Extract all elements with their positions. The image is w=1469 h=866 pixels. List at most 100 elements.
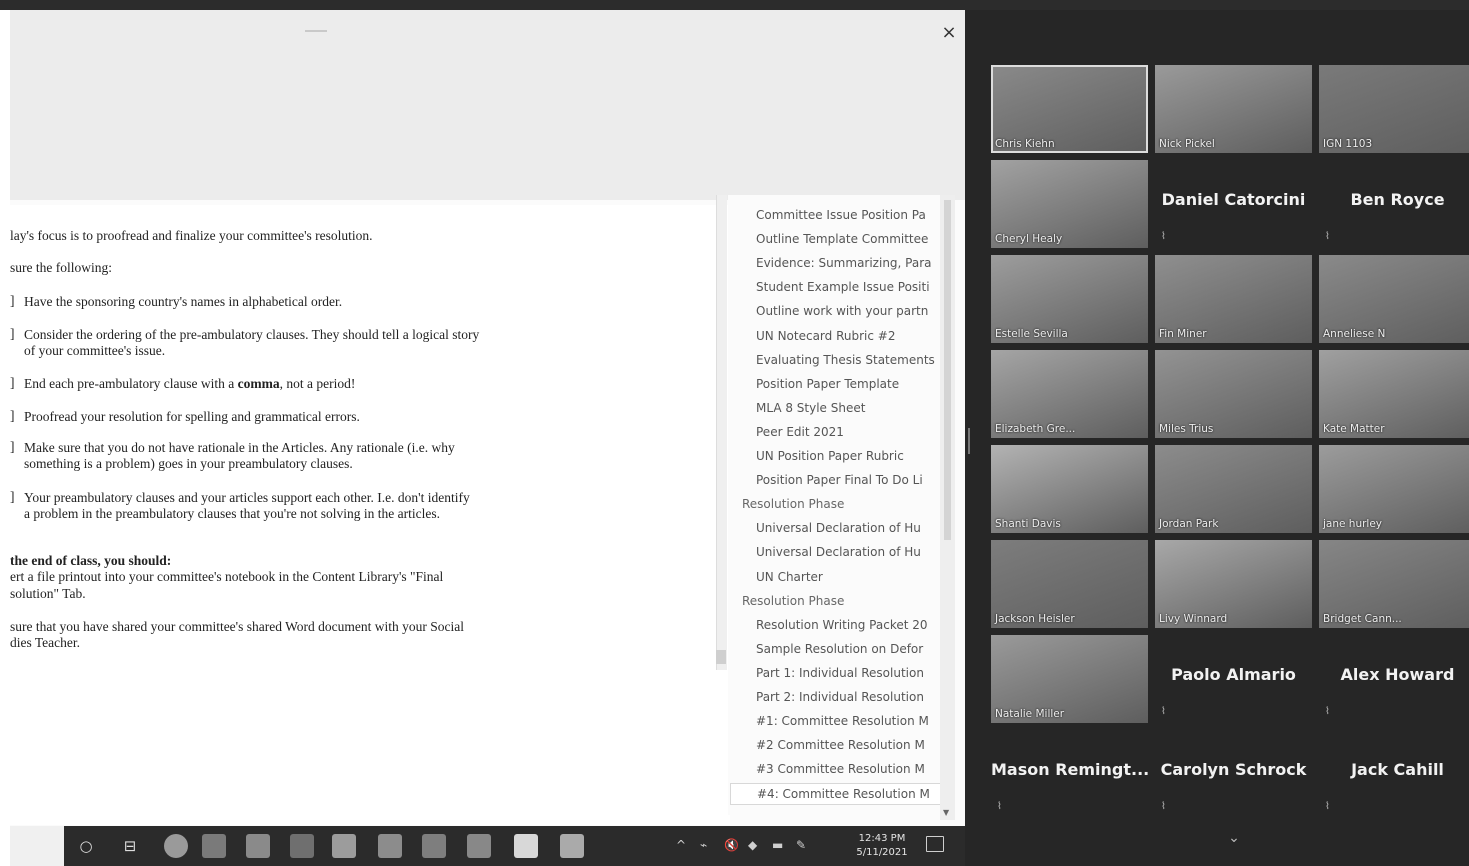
- page-list-item[interactable]: Outline work with your partn: [756, 301, 936, 321]
- page-content[interactable]: lay's focus is to proofread and finalize…: [10, 205, 730, 825]
- participant-tile[interactable]: Ben Royce ⌇: [1319, 160, 1469, 248]
- page-list-item[interactable]: Peer Edit 2021: [756, 422, 936, 442]
- bullet-text: of your committee's issue.: [24, 343, 166, 358]
- participant-tile[interactable]: Estelle Sevilla: [991, 255, 1148, 343]
- section-tab[interactable]: Resolution Phase: [742, 591, 932, 611]
- participant-name: Paolo Almario: [1171, 665, 1296, 684]
- bullet-text: Have the sponsoring country's names in a…: [24, 294, 343, 309]
- page-list-item[interactable]: Student Example Issue Positi: [756, 277, 936, 297]
- participant-tile[interactable]: Natalie Miller: [991, 635, 1148, 723]
- word-icon[interactable]: [467, 834, 491, 858]
- file-explorer-icon[interactable]: [246, 834, 270, 858]
- participant-tile[interactable]: jane hurley: [1319, 445, 1469, 533]
- content-scrollbar[interactable]: [716, 195, 727, 670]
- page-list-item[interactable]: Evidence: Summarizing, Para: [756, 253, 936, 273]
- page-list-item[interactable]: Outline Template Committee: [756, 229, 936, 249]
- speaker-muted-icon[interactable]: 🔇: [724, 838, 739, 852]
- chrome-icon[interactable]: [164, 834, 188, 858]
- close-icon[interactable]: ×: [940, 24, 958, 42]
- panel-resize-handle[interactable]: [968, 428, 970, 454]
- page-list-item[interactable]: UN Position Paper Rubric: [756, 446, 936, 466]
- page-list-item[interactable]: UN Charter: [756, 567, 936, 587]
- task-view-icon[interactable]: ⊟: [118, 834, 142, 858]
- participant-tile[interactable]: Daniel Catorcini ⌇: [1155, 160, 1312, 248]
- onenote-icon[interactable]: [202, 834, 226, 858]
- start-search-icon[interactable]: ○: [74, 834, 98, 858]
- page-list-item[interactable]: Committee Issue Position Pa: [756, 205, 936, 225]
- participant-tile[interactable]: Alex Howard ⌇: [1319, 635, 1469, 723]
- page-list-scroll-thumb[interactable]: [944, 200, 951, 540]
- participant-tile[interactable]: Elizabeth Gre...: [991, 350, 1148, 438]
- participant-tile[interactable]: Anneliese N: [1319, 255, 1469, 343]
- participant-name: Alex Howard: [1340, 665, 1455, 684]
- participant-tile[interactable]: Bridget Cann...: [1319, 540, 1469, 628]
- checkbox-icon: ]: [10, 375, 15, 390]
- page-list-item[interactable]: Universal Declaration of Hu: [756, 518, 936, 538]
- paint-icon[interactable]: [332, 834, 356, 858]
- participant-tile[interactable]: Livy Winnard: [1155, 540, 1312, 628]
- checkbox-icon: ]: [10, 439, 15, 454]
- participant-tile[interactable]: Jackson Heisler: [991, 540, 1148, 628]
- chevron-down-icon[interactable]: ⌄: [1222, 830, 1246, 852]
- pen-icon[interactable]: ⌁: [700, 838, 707, 852]
- clock[interactable]: 12:43 PM 5/11/2021: [854, 832, 910, 860]
- participant-name: IGN 1103: [1323, 138, 1373, 150]
- share-line: sure that you have shared your committee…: [10, 619, 464, 634]
- participant-name: Natalie Miller: [995, 708, 1065, 720]
- top-strip: [0, 0, 1469, 10]
- outlook-icon[interactable]: [422, 834, 446, 858]
- page-list-item[interactable]: MLA 8 Style Sheet: [756, 398, 936, 418]
- participant-tile[interactable]: Miles Trius: [1155, 350, 1312, 438]
- page-list-item[interactable]: Part 2: Individual Resolution: [756, 687, 936, 707]
- taskbar-left-area: [10, 826, 64, 866]
- participant-name: Jordan Park: [1159, 518, 1219, 530]
- battery-icon[interactable]: ▬: [772, 838, 783, 852]
- page-list-item[interactable]: Position Paper Template: [756, 374, 936, 394]
- dropbox-icon[interactable]: ◆: [748, 838, 757, 852]
- participant-tile[interactable]: Jordan Park: [1155, 445, 1312, 533]
- content-scroll-thumb[interactable]: [716, 650, 726, 664]
- zoom-icon[interactable]: [560, 834, 584, 858]
- participant-name: Shanti Davis: [995, 518, 1061, 530]
- participant-tile[interactable]: Carolyn Schrock ⌇: [1155, 730, 1312, 818]
- edge-icon[interactable]: [378, 834, 402, 858]
- taskbar: ○ ⊟ ^ ⌁ 🔇 ◆ ▬ ✎ 12:43 PM 5/11/2021: [64, 826, 965, 866]
- participant-tile[interactable]: Shanti Davis: [991, 445, 1148, 533]
- page-list-item[interactable]: Sample Resolution on Defor: [756, 639, 936, 659]
- pen-ink-icon[interactable]: ✎: [796, 838, 806, 852]
- bullet-text: Your preambulatory clauses and your arti…: [24, 490, 470, 505]
- page-list-item[interactable]: #3 Committee Resolution M: [756, 759, 936, 779]
- notepad-icon[interactable]: [514, 834, 538, 858]
- notification-icon[interactable]: [926, 836, 944, 852]
- teams-icon[interactable]: [290, 834, 314, 858]
- participant-tile[interactable]: IGN 1103: [1319, 65, 1469, 153]
- page-list-item[interactable]: Evaluating Thesis Statements: [756, 350, 936, 370]
- participant-tile[interactable]: Cheryl Healy: [991, 160, 1148, 248]
- page-list-item[interactable]: Resolution Writing Packet 20: [756, 615, 936, 635]
- window-drag-handle[interactable]: [305, 30, 327, 32]
- page-list-item[interactable]: Position Paper Final To Do Li: [756, 470, 936, 490]
- page-list-item[interactable]: Part 1: Individual Resolution: [756, 663, 936, 683]
- section-tab[interactable]: Resolution Phase: [742, 494, 932, 514]
- participant-tile[interactable]: Fin Miner: [1155, 255, 1312, 343]
- page-list-item[interactable]: #4: Committee Resolution M: [730, 783, 946, 806]
- mic-muted-icon: ⌇: [997, 801, 1002, 812]
- participant-tile[interactable]: Kate Matter: [1319, 350, 1469, 438]
- participant-name: Anneliese N: [1323, 328, 1386, 340]
- participant-tile[interactable]: Mason Remingt... ⌇: [991, 730, 1148, 818]
- page-list-item[interactable]: UN Notecard Rubric #2: [756, 326, 936, 346]
- participant-tile[interactable]: Paolo Almario ⌇: [1155, 635, 1312, 723]
- bullet-text: something is a problem) goes in your pre…: [24, 456, 353, 471]
- participant-tile[interactable]: Jack Cahill ⌇: [1319, 730, 1469, 818]
- participant-tile[interactable]: Nick Pickel: [1155, 65, 1312, 153]
- show-hidden-icons-icon[interactable]: ^: [676, 838, 686, 852]
- scroll-down-icon[interactable]: ▼: [943, 808, 949, 817]
- system-tray: ^ ⌁ 🔇 ◆ ▬ ✎: [676, 834, 846, 858]
- participant-tile[interactable]: Chris Kiehn: [991, 65, 1148, 153]
- page-list-item[interactable]: #2 Committee Resolution M: [756, 735, 936, 755]
- page-list-item[interactable]: #1: Committee Resolution M: [756, 711, 936, 731]
- page-list-item[interactable]: Universal Declaration of Hu: [756, 542, 936, 562]
- participant-name: Ben Royce: [1350, 190, 1445, 209]
- participant-name: Jack Cahill: [1351, 760, 1444, 779]
- list-item: ] End each pre-ambulatory clause with a …: [10, 375, 710, 392]
